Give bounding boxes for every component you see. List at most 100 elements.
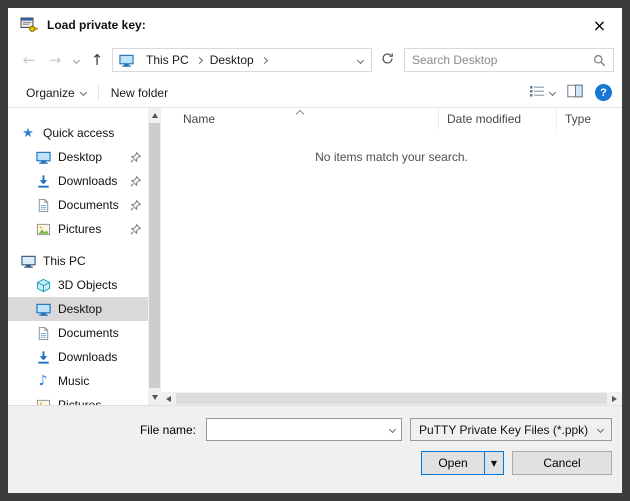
search-icon [593, 54, 606, 67]
title-bar: Load private key: × [8, 8, 622, 42]
sidebar-item-3d-objects[interactable]: 3D Objects [8, 273, 148, 297]
close-icon: × [593, 16, 606, 35]
chevron-down-icon [72, 56, 79, 63]
scroll-right-button[interactable] [607, 392, 622, 405]
downloads-icon [35, 349, 51, 365]
help-button[interactable]: ? [595, 84, 612, 101]
close-button[interactable]: × [577, 8, 622, 42]
sidebar-vertical-scrollbar[interactable] [148, 108, 161, 405]
triangle-left-icon [166, 396, 171, 402]
load-private-key-dialog: Load private key: × ← → ↑ This PC Deskto… [8, 8, 622, 493]
sidebar-item-label: Documents [58, 198, 119, 212]
change-view-button[interactable] [529, 84, 555, 101]
vertical-scrollbar-thumb[interactable] [149, 123, 160, 388]
triangle-up-icon [152, 113, 158, 118]
forward-button[interactable]: → [42, 47, 68, 73]
puttygen-key-icon [20, 16, 38, 34]
scroll-down-button[interactable] [148, 390, 161, 405]
column-headers: Name Date modified Type [161, 108, 622, 130]
column-header-name[interactable]: Name [161, 108, 439, 130]
sidebar-item-label: Quick access [43, 126, 114, 140]
sidebar-item-music[interactable]: ♪ Music [8, 369, 148, 393]
chevron-down-icon [356, 56, 363, 63]
this-pc-icon [119, 53, 134, 68]
music-icon: ♪ [35, 373, 51, 389]
sidebar-item-pictures-pinned[interactable]: Pictures [8, 217, 148, 241]
file-name-input[interactable] [213, 423, 390, 437]
breadcrumb-this-pc[interactable]: This PC [140, 53, 195, 67]
sidebar-item-label: Music [58, 374, 89, 388]
sidebar-item-label: Pictures [58, 222, 101, 236]
new-folder-button[interactable]: New folder [103, 82, 176, 104]
cancel-label: Cancel [543, 456, 580, 470]
chevron-down-icon [597, 426, 604, 433]
search-box [404, 48, 614, 72]
sidebar-item-pictures[interactable]: Pictures [8, 393, 148, 405]
scroll-up-button[interactable] [148, 108, 161, 123]
file-type-dropdown[interactable]: PuTTY Private Key Files (*.ppk) [410, 418, 612, 441]
breadcrumb-desktop[interactable]: Desktop [204, 53, 260, 67]
open-button[interactable]: Open [422, 452, 484, 474]
sidebar-item-quick-access[interactable]: ★ Quick access [8, 121, 148, 145]
sidebar-item-desktop-pinned[interactable]: Desktop [8, 145, 148, 169]
sidebar-item-desktop-selected[interactable]: Desktop [8, 297, 148, 321]
back-button[interactable]: ← [16, 47, 42, 73]
chevron-down-icon [549, 89, 556, 96]
refresh-button[interactable] [374, 48, 400, 72]
horizontal-scrollbar[interactable] [161, 392, 622, 405]
pin-icon [130, 176, 141, 187]
horizontal-scrollbar-thumb[interactable] [176, 393, 607, 404]
sidebar-item-label: Documents [58, 326, 119, 340]
sidebar-item-downloads-pinned[interactable]: Downloads [8, 169, 148, 193]
toolbar-right-group: ? [529, 84, 612, 101]
sidebar-item-documents[interactable]: Documents [8, 321, 148, 345]
triangle-down-icon [152, 395, 158, 400]
desktop-icon [35, 149, 51, 165]
command-bar: Organize New folder ? [8, 78, 622, 108]
pictures-icon [35, 397, 51, 405]
computer-icon [20, 253, 36, 269]
documents-icon [35, 325, 51, 341]
open-dropdown-button[interactable]: ▼ [484, 452, 503, 474]
triangle-right-icon [612, 396, 617, 402]
help-icon: ? [600, 87, 607, 99]
dialog-content: ★ Quick access Desktop Downloads Documen… [8, 108, 622, 405]
address-history-button[interactable] [349, 49, 371, 71]
column-label: Date modified [447, 112, 521, 126]
search-input[interactable] [412, 53, 589, 67]
recent-locations-button[interactable] [68, 47, 84, 73]
sidebar-item-documents-pinned[interactable]: Documents [8, 193, 148, 217]
preview-pane-button[interactable] [567, 84, 583, 101]
up-button[interactable]: ↑ [84, 47, 110, 73]
chevron-right-icon [261, 56, 268, 63]
file-list-body[interactable]: No items match your search. [161, 130, 622, 392]
sidebar-item-this-pc[interactable]: This PC [8, 249, 148, 273]
triangle-down-icon: ▼ [491, 459, 497, 468]
pin-icon [130, 152, 141, 163]
organize-button[interactable]: Organize [18, 82, 94, 104]
3d-objects-icon [35, 277, 51, 293]
sidebar-item-label: Downloads [58, 350, 117, 364]
column-header-type[interactable]: Type [557, 108, 622, 130]
scroll-left-button[interactable] [161, 392, 176, 405]
empty-message: No items match your search. [161, 130, 622, 164]
cancel-button[interactable]: Cancel [512, 451, 612, 475]
address-bar[interactable]: This PC Desktop [112, 48, 372, 72]
chevron-down-icon [80, 89, 87, 96]
sidebar-item-label: Desktop [58, 150, 102, 164]
file-name-row: File name: PuTTY Private Key Files (*.pp… [18, 418, 612, 441]
sidebar-item-label: 3D Objects [58, 278, 117, 292]
column-label: Name [183, 112, 215, 126]
preview-pane-icon [567, 84, 583, 101]
file-type-value: PuTTY Private Key Files (*.ppk) [419, 423, 588, 437]
pin-icon [130, 200, 141, 211]
navigation-pane: ★ Quick access Desktop Downloads Documen… [8, 108, 148, 405]
column-header-date-modified[interactable]: Date modified [439, 108, 557, 130]
chevron-down-icon [389, 426, 396, 433]
list-view-icon [529, 84, 545, 101]
forward-icon: → [49, 51, 62, 69]
new-folder-label: New folder [111, 86, 168, 100]
navigation-bar: ← → ↑ This PC Desktop [8, 42, 622, 78]
file-name-combobox [206, 418, 402, 441]
sidebar-item-downloads[interactable]: Downloads [8, 345, 148, 369]
